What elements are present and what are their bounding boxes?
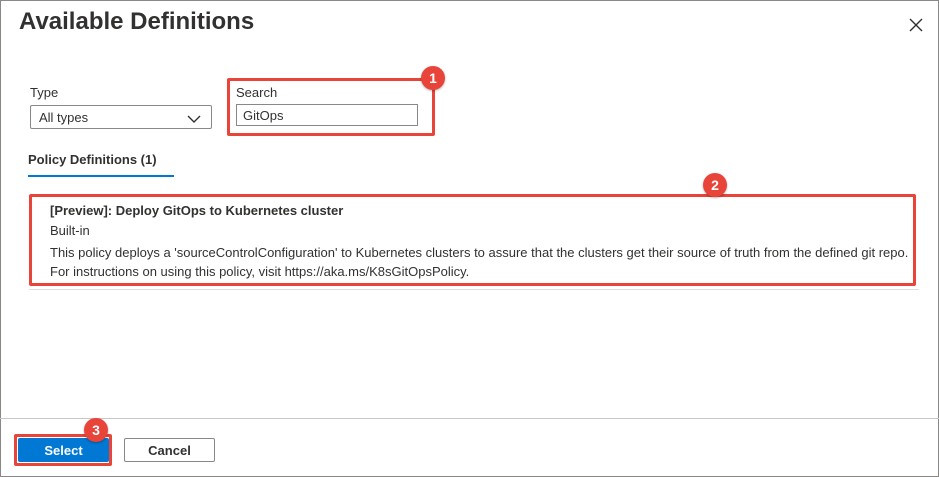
type-dropdown[interactable]: All types	[30, 105, 212, 129]
type-label: Type	[30, 85, 59, 100]
policy-type: Built-in	[50, 223, 90, 238]
chevron-down-icon	[187, 112, 201, 127]
close-icon[interactable]	[905, 14, 927, 36]
policy-description: This policy deploys a 'sourceControlConf…	[50, 245, 909, 279]
footer-divider	[0, 418, 939, 419]
callout-badge-3: 3	[84, 418, 108, 442]
dialog-title: Available Definitions	[19, 8, 255, 35]
cancel-button[interactable]: Cancel	[124, 438, 215, 462]
search-input[interactable]	[236, 104, 418, 126]
type-dropdown-value: All types	[39, 109, 89, 125]
callout-badge-1: 1	[421, 66, 445, 90]
list-divider	[29, 289, 919, 290]
tab-policy-definitions[interactable]: Policy Definitions (1)	[28, 152, 157, 167]
tab-underline	[28, 175, 174, 177]
callout-badge-2: 2	[703, 173, 727, 197]
policy-name: [Preview]: Deploy GitOps to Kubernetes c…	[50, 203, 344, 218]
search-label: Search	[236, 85, 278, 100]
